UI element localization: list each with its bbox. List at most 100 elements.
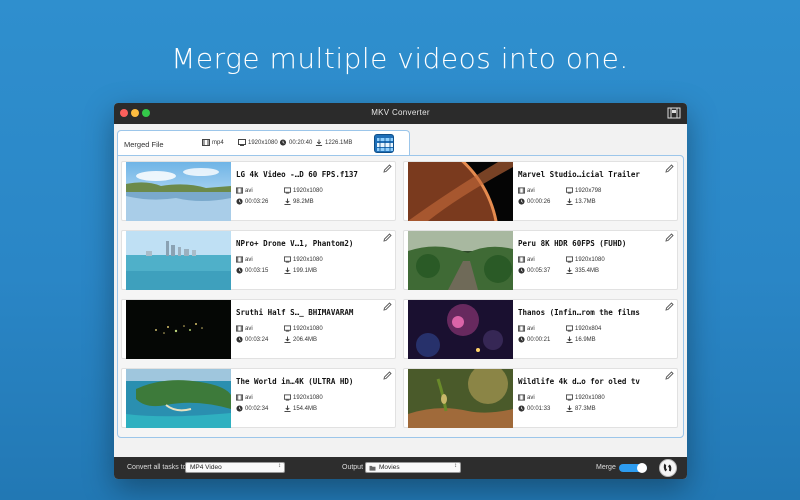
video-resolution: 1920x1080 [575,394,605,401]
monitor-icon [238,139,246,146]
bottom-toolbar: Convert all tasks to MP4 Video ↕ Output … [114,457,687,479]
video-name: NPro+ Drone V…1, Phantom2) [236,239,354,248]
video-size: 98.2MB [293,198,314,205]
video-format: avi [245,256,253,263]
video-thumbnail-island [126,369,231,428]
merge-label: Merge [596,464,616,471]
convert-icon [663,463,672,472]
video-card[interactable]: Thanos (Infin…rom the films avi 1920x804… [403,299,678,359]
convert-button[interactable] [659,459,677,477]
video-resolution: 1920x1080 [293,187,323,194]
merge-toggle-knob [637,463,647,473]
video-size: 13.7MB [575,198,596,205]
film-icon [518,256,525,263]
video-list: LG 4k Video -…D 60 FPS.f137 avi 1920x108… [117,155,684,438]
folder-icon [369,465,376,471]
video-size: 199.1MB [293,267,318,274]
video-name: Wildlife 4k d…o for oled tv [518,377,640,386]
headline: Merge multiple videos into one. [171,42,629,75]
video-card[interactable]: LG 4k Video -…D 60 FPS.f137 avi 1920x108… [121,161,396,221]
monitor-icon [566,325,573,332]
video-size: 87.3MB [575,405,596,412]
video-card[interactable]: Marvel Studio…icial Trailer avi 1920x798… [403,161,678,221]
video-size: 335.4MB [575,267,600,274]
format-select[interactable]: MP4 Video ↕ [185,462,285,473]
clock-icon [279,139,287,146]
monitor-icon [284,256,291,263]
merge-icon[interactable] [374,134,394,153]
pencil-icon[interactable] [665,371,674,380]
video-thumbnail-city [126,231,231,290]
clock-icon [236,267,243,274]
clock-icon [518,405,525,412]
video-thumbnail-lake [126,162,231,221]
merged-duration: 00:20:40 [289,139,313,146]
film-icon[interactable] [667,107,681,119]
video-duration: 00:03:15 [245,267,269,274]
output-label: Output [342,464,364,471]
video-duration: 00:00:21 [527,336,551,343]
video-resolution: 1920x1080 [575,256,605,263]
clock-icon [236,336,243,343]
video-duration: 00:03:24 [245,336,269,343]
video-duration: 00:03:26 [245,198,269,205]
pencil-icon[interactable] [383,164,392,173]
film-icon [518,325,525,332]
video-format: avi [245,325,253,332]
video-duration: 00:05:37 [527,267,551,274]
pencil-icon[interactable] [383,371,392,380]
pencil-icon[interactable] [665,302,674,311]
film-icon [236,187,243,194]
format-select-value: MP4 Video [190,464,222,471]
video-duration: 00:02:34 [245,405,269,412]
chevron-updown-icon: ↕ [278,463,281,469]
pencil-icon[interactable] [665,164,674,173]
video-duration: 00:01:33 [527,405,551,412]
video-card[interactable]: The World in…4K (ULTRA HD) avi 1920x1080… [121,368,396,428]
video-thumbnail-planet [408,162,513,221]
download-icon [284,336,291,343]
video-card[interactable]: Sruthi Half S…_ BHIMAVARAM avi 1920x1080… [121,299,396,359]
merge-toggle[interactable] [619,463,647,473]
download-icon [566,405,573,412]
monitor-icon [566,187,573,194]
video-format: avi [527,187,535,194]
video-thumbnail-jungle [408,231,513,290]
video-format: avi [527,256,535,263]
pencil-icon[interactable] [665,233,674,242]
video-thumbnail-wildlife [408,369,513,428]
download-icon [566,267,573,274]
video-format: avi [527,325,535,332]
download-icon [284,405,291,412]
merged-file-label: Merged File [124,140,164,149]
output-select-value: Movies [379,464,400,471]
video-card[interactable]: Wildlife 4k d…o for oled tv avi 1920x108… [403,368,678,428]
download-icon [566,336,573,343]
pencil-icon[interactable] [383,233,392,242]
monitor-icon [284,394,291,401]
monitor-icon [566,256,573,263]
window-title: MKV Converter [371,108,430,117]
video-format: avi [245,187,253,194]
monitor-icon [566,394,573,401]
monitor-icon [284,187,291,194]
film-icon [236,256,243,263]
monitor-icon [284,325,291,332]
video-card[interactable]: Peru 8K HDR 60FPS (FUHD) avi 1920x1080 0… [403,230,678,290]
video-resolution: 1920x1080 [293,394,323,401]
video-thumbnail-thanos [408,300,513,359]
chevron-updown-icon: ↕ [454,463,457,469]
video-format: avi [245,394,253,401]
video-name: LG 4k Video -…D 60 FPS.f137 [236,170,358,179]
video-card[interactable]: NPro+ Drone V…1, Phantom2) avi 1920x1080… [121,230,396,290]
convert-all-label: Convert all tasks to [127,464,187,471]
video-resolution: 1920x1080 [293,325,323,332]
film-icon [518,187,525,194]
titlebar: MKV Converter [114,103,687,124]
download-icon [566,198,573,205]
video-name: Thanos (Infin…rom the films [518,308,640,317]
merged-file-tab[interactable]: Merged File mp4 1920x1080 00:20:40 1226.… [117,130,410,156]
output-select[interactable]: Movies ↕ [365,462,461,473]
pencil-icon[interactable] [383,302,392,311]
video-name: Sruthi Half S…_ BHIMAVARAM [236,308,354,317]
